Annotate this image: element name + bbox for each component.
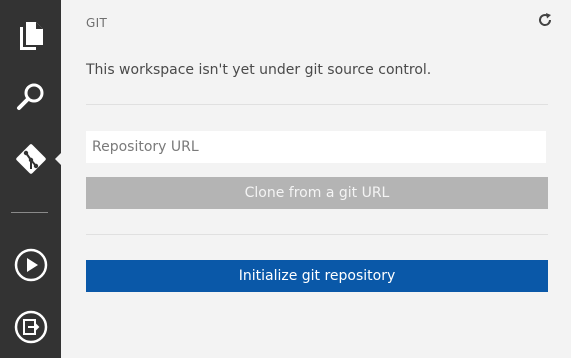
activity-git[interactable] (0, 130, 61, 188)
files-icon (19, 22, 43, 50)
git-icon (15, 144, 46, 174)
activity-extensions[interactable] (0, 298, 61, 356)
no-repo-message: This workspace isn't yet under git sourc… (86, 62, 432, 78)
panel-title: GIT (86, 16, 108, 30)
debug-play-icon (14, 248, 47, 282)
init-repo-button[interactable]: Initialize git repository (86, 260, 548, 292)
git-panel: GIT This workspace isn't yet under git s… (61, 0, 571, 358)
clone-button[interactable]: Clone from a git URL (86, 177, 548, 209)
repository-url-input[interactable] (86, 131, 546, 163)
refresh-button[interactable] (535, 10, 555, 30)
activity-bar (0, 0, 62, 358)
activity-debug[interactable] (0, 236, 61, 294)
activity-search[interactable] (0, 68, 61, 126)
activity-separator (11, 212, 48, 213)
divider (86, 234, 548, 235)
extensions-icon (14, 310, 47, 344)
divider (86, 104, 548, 105)
search-icon (16, 83, 43, 110)
refresh-icon (539, 13, 552, 26)
activity-explorer[interactable] (0, 7, 61, 65)
